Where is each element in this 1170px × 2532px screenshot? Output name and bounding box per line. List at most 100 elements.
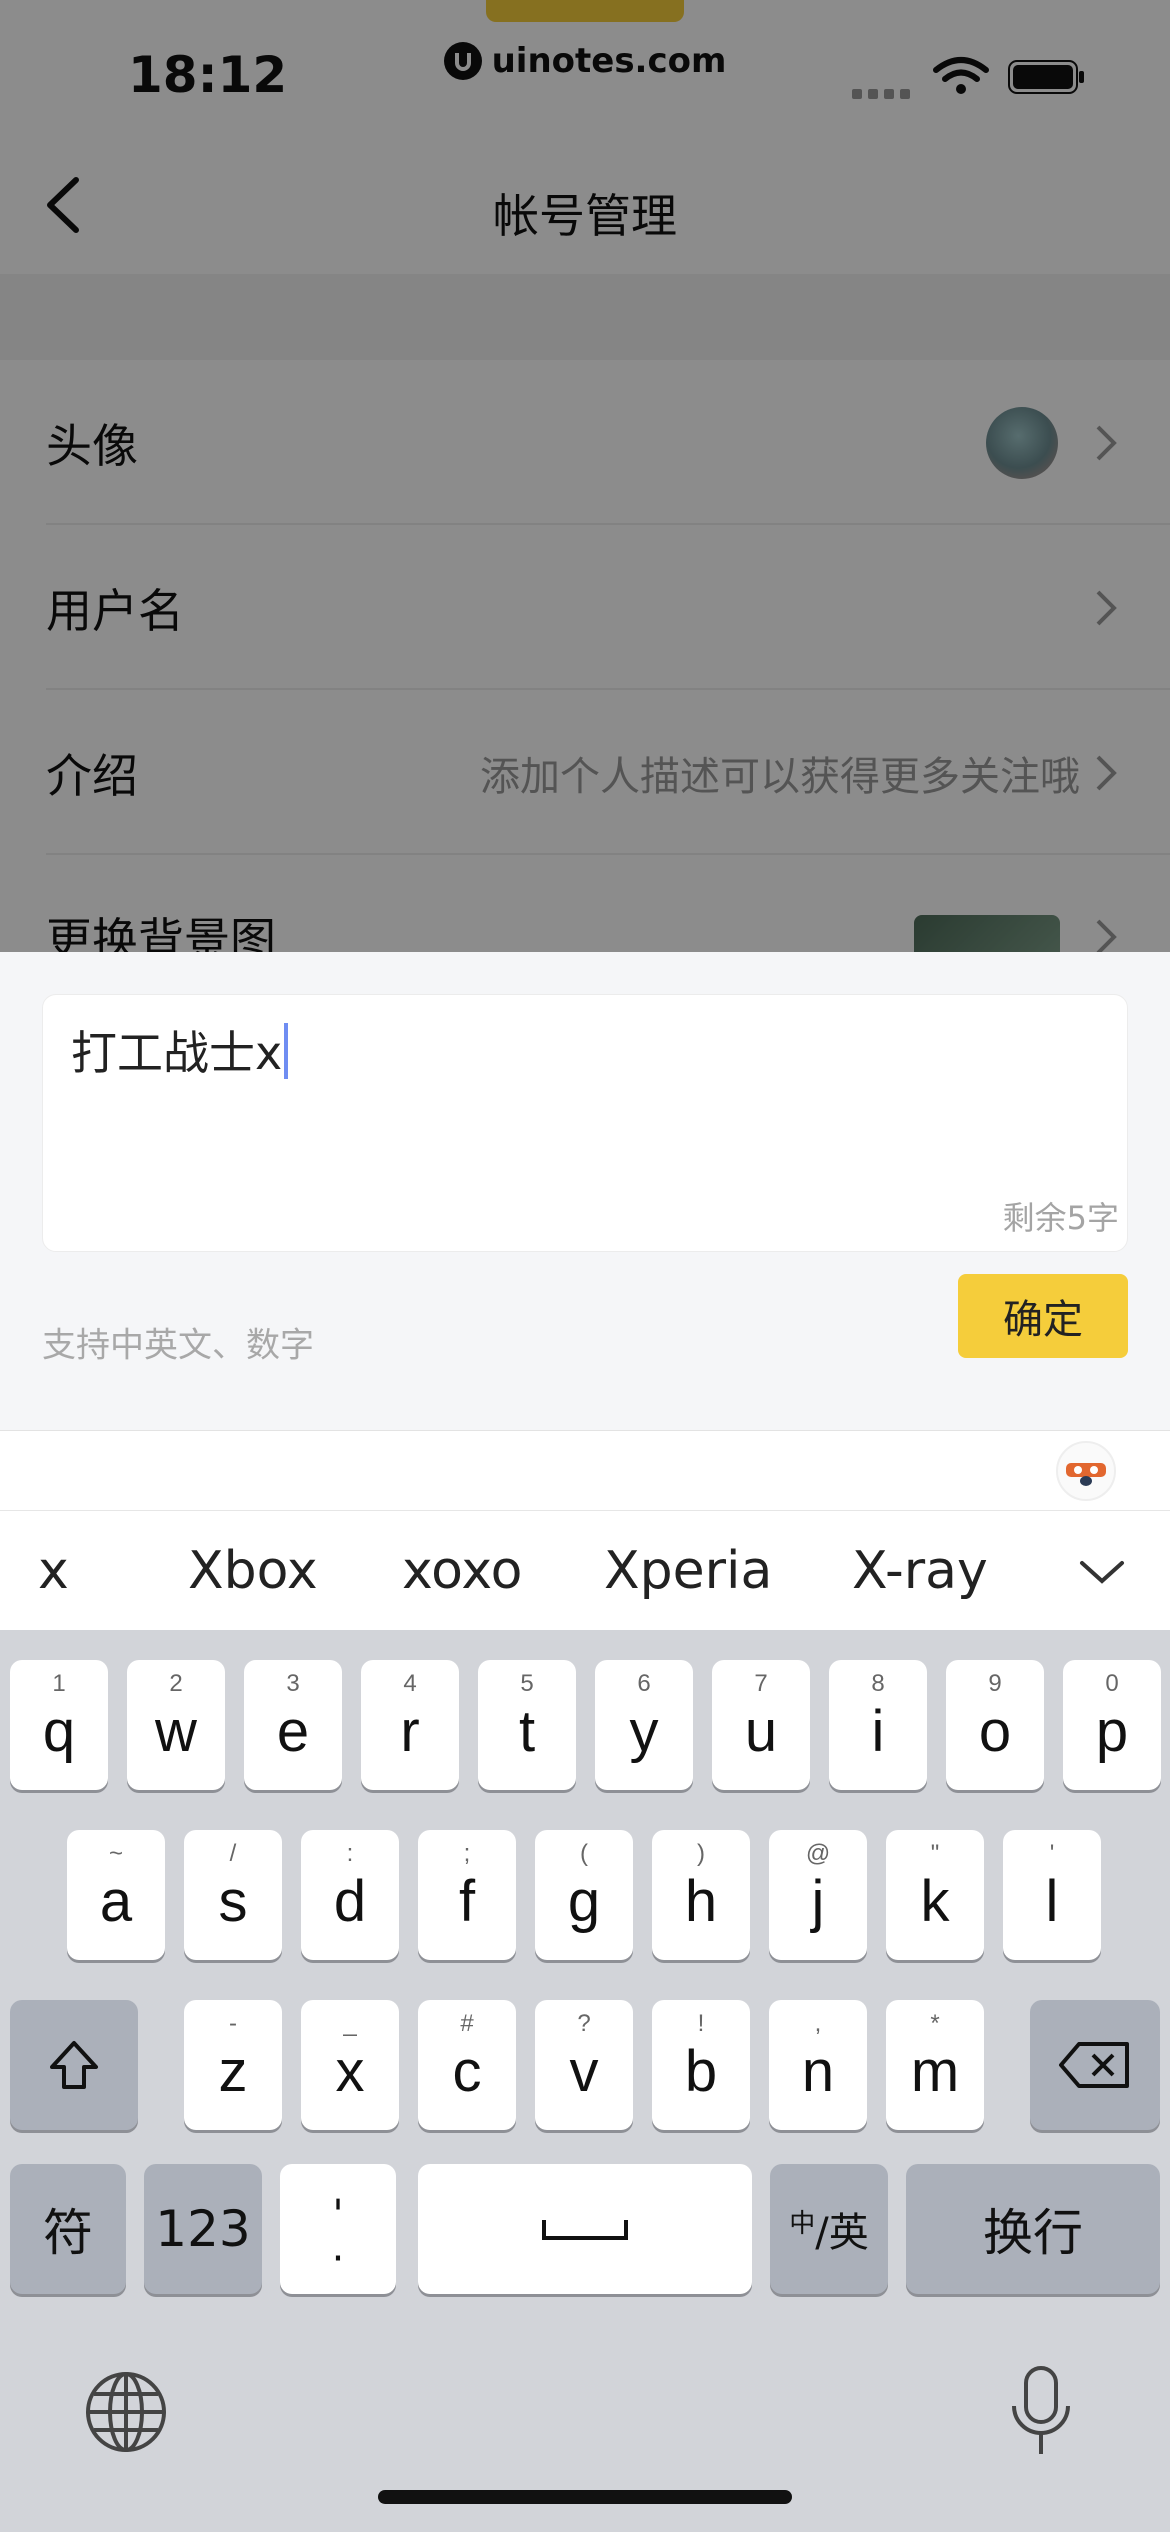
key-label: l (1045, 1869, 1059, 1935)
key-label: s (218, 1869, 248, 1935)
suggestion-item[interactable]: x (38, 1541, 69, 1601)
key-secondary-label: ! (697, 2010, 705, 2037)
key-secondary-label: - (229, 2010, 237, 2037)
mascot-icon[interactable] (1056, 1441, 1116, 1501)
key-secondary-label: 3 (286, 1670, 300, 1697)
key-label: g (567, 1869, 601, 1935)
keyboard-toolbar (0, 1430, 1170, 1510)
suggestion-item[interactable]: Xbox (188, 1541, 318, 1601)
key-f[interactable]: ; f (418, 1830, 516, 1960)
key-label: m (910, 2039, 960, 2105)
key-e[interactable]: 3e (244, 1660, 342, 1790)
return-key[interactable]: 换行 (906, 2164, 1160, 2294)
key-d[interactable]: :d (301, 1830, 399, 1960)
key-secondary-label: " (930, 1840, 940, 1867)
key-label: z (218, 2039, 248, 2105)
keyboard: 1q2w3e4r5t6y7u8i9o0p ~ a / s: d; f(g) h @ j " k ' l … (0, 1630, 1170, 2532)
input-value: 打工战士x (71, 1026, 283, 1080)
key-b[interactable]: ! b (652, 2000, 750, 2130)
home-indicator (378, 2490, 792, 2504)
confirm-button[interactable]: 确定 (958, 1274, 1128, 1358)
key-secondary-label: _ (343, 2010, 357, 2037)
key-label: w (155, 1699, 197, 1765)
language-switch-key[interactable]: 中/英 (770, 2164, 888, 2294)
key-j[interactable]: @ j (769, 1830, 867, 1960)
key-label: c (452, 2039, 482, 2105)
suggestion-bar: x Xbox xoxo Xperia X-ray (0, 1510, 1170, 1630)
punct-bottom: . (331, 2224, 345, 2271)
numbers-key[interactable]: 123 (144, 2164, 262, 2294)
suggestion-item[interactable]: Xperia (604, 1541, 772, 1601)
key-t[interactable]: 5t (478, 1660, 576, 1790)
key-secondary-label: ( (580, 1840, 588, 1867)
key-secondary-label: ? (577, 2010, 591, 2037)
key-label: d (333, 1869, 367, 1935)
key-secondary-label: ~ (108, 1840, 123, 1867)
key-h[interactable]: ) h (652, 1830, 750, 1960)
dim-overlay[interactable] (0, 0, 1170, 952)
key-label: t (518, 1699, 536, 1765)
key-secondary-label: * (930, 2010, 940, 2037)
key-v[interactable]: ? v (535, 2000, 633, 2130)
globe-icon[interactable] (84, 2370, 168, 2454)
key-k[interactable]: " k (886, 1830, 984, 1960)
key-secondary-label: 8 (871, 1670, 885, 1697)
key-secondary-label: ; (463, 1840, 471, 1867)
key-label: e (276, 1699, 310, 1765)
key-n[interactable]: ,n (769, 2000, 867, 2130)
key-label: h (684, 1869, 718, 1935)
key-i[interactable]: 8i (829, 1660, 927, 1790)
input-hint: 支持中英文、数字 (42, 1325, 314, 1366)
key-label: p (1095, 1699, 1129, 1765)
key-secondary-label: 0 (1105, 1670, 1119, 1697)
suggestion-item[interactable]: xoxo (402, 1541, 522, 1601)
key-z[interactable]: -z (184, 2000, 282, 2130)
key-l[interactable]: ' l (1003, 1830, 1101, 1960)
key-secondary-label: , (814, 2010, 822, 2037)
microphone-icon[interactable] (1006, 2364, 1076, 2460)
remaining-counter: 剩余5字 (1002, 1199, 1119, 1237)
username-input[interactable]: 打工战士x 剩余5字 (42, 994, 1128, 1252)
suggestion-item[interactable]: X-ray (852, 1541, 988, 1601)
key-c[interactable]: # c (418, 2000, 516, 2130)
symbols-label: 符 (43, 2204, 93, 2262)
key-secondary-label: 7 (754, 1670, 768, 1697)
chevron-down-icon[interactable] (1060, 1541, 1144, 1601)
key-q[interactable]: 1q (10, 1660, 108, 1790)
text-caret (284, 1023, 289, 1079)
symbols-key[interactable]: 符 (10, 2164, 126, 2294)
key-x[interactable]: _ x (301, 2000, 399, 2130)
key-label: i (871, 1699, 885, 1765)
key-secondary-label: ' (1049, 1840, 1055, 1867)
edit-sheet: 打工战士x 剩余5字 支持中英文、数字 确定 (0, 952, 1170, 1430)
key-p[interactable]: 0p (1063, 1660, 1161, 1790)
key-secondary-label: ) (697, 1840, 705, 1867)
key-label: a (99, 1869, 133, 1935)
key-secondary-label: 2 (169, 1670, 183, 1697)
key-a[interactable]: ~ a (67, 1830, 165, 1960)
key-y[interactable]: 6y (595, 1660, 693, 1790)
key-secondary-label: 6 (637, 1670, 651, 1697)
shift-key[interactable] (10, 2000, 138, 2130)
key-label: k (920, 1869, 950, 1935)
key-u[interactable]: 7u (712, 1660, 810, 1790)
key-label: b (684, 2039, 718, 2105)
key-secondary-label: 9 (988, 1670, 1002, 1697)
key-s[interactable]: / s (184, 1830, 282, 1960)
delete-key[interactable] (1030, 2000, 1160, 2130)
key-r[interactable]: 4r (361, 1660, 459, 1790)
return-label: 换行 (983, 2204, 1083, 2262)
key-label: v (569, 2039, 599, 2105)
key-label: o (978, 1699, 1012, 1765)
key-label: n (801, 2039, 835, 2105)
space-key[interactable] (418, 2164, 752, 2294)
key-o[interactable]: 9o (946, 1660, 1044, 1790)
key-g[interactable]: (g (535, 1830, 633, 1960)
key-m[interactable]: * m (886, 2000, 984, 2130)
key-w[interactable]: 2w (127, 1660, 225, 1790)
key-label: y (629, 1699, 659, 1765)
account-management-page: 18:12 uinotes.com 帐号管理 头像 用户名 介绍 添加个人描述可… (0, 0, 1170, 952)
punctuation-key[interactable]: ' . (280, 2164, 396, 2294)
key-label: f (458, 1869, 476, 1935)
numbers-label: 123 (155, 2200, 251, 2258)
